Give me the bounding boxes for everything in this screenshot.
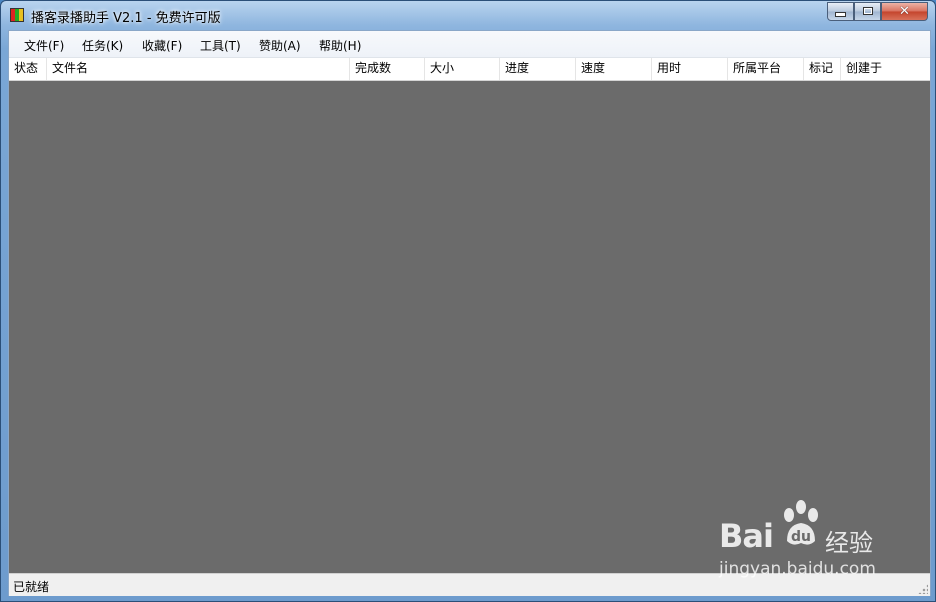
column-size[interactable]: 大小 bbox=[425, 58, 500, 80]
maximize-button[interactable] bbox=[854, 2, 881, 21]
app-icon[interactable] bbox=[10, 8, 24, 22]
menu-sponsor[interactable]: 赞助(A) bbox=[259, 37, 301, 54]
app-window: 播客录播助手 V2.1 - 免费许可版 ✕ 文件(F) 任务(K) 收藏(F) … bbox=[0, 0, 936, 602]
column-filename[interactable]: 文件名 bbox=[47, 58, 350, 80]
menu-bar: 文件(F) 任务(K) 收藏(F) 工具(T) 赞助(A) 帮助(H) bbox=[9, 31, 930, 58]
column-created[interactable]: 创建于 bbox=[841, 58, 930, 80]
column-speed[interactable]: 速度 bbox=[576, 58, 652, 80]
menu-file[interactable]: 文件(F) bbox=[24, 37, 64, 54]
column-completed[interactable]: 完成数 bbox=[350, 58, 425, 80]
close-button[interactable]: ✕ bbox=[881, 2, 928, 21]
menu-favorites[interactable]: 收藏(F) bbox=[142, 37, 182, 54]
minimize-icon bbox=[835, 12, 846, 17]
column-platform[interactable]: 所属平台 bbox=[728, 58, 804, 80]
status-bar: 已就绪 bbox=[9, 573, 930, 596]
menu-tools[interactable]: 工具(T) bbox=[200, 37, 241, 54]
close-icon: ✕ bbox=[899, 4, 910, 19]
menu-task[interactable]: 任务(K) bbox=[82, 37, 123, 54]
column-duration[interactable]: 用时 bbox=[652, 58, 728, 80]
resize-grip-icon[interactable] bbox=[918, 584, 928, 594]
column-progress[interactable]: 进度 bbox=[500, 58, 576, 80]
task-list[interactable] bbox=[9, 81, 930, 573]
column-status[interactable]: 状态 bbox=[9, 58, 47, 80]
client-area: 文件(F) 任务(K) 收藏(F) 工具(T) 赞助(A) 帮助(H) 状态 文… bbox=[8, 30, 931, 596]
window-title: 播客录播助手 V2.1 - 免费许可版 bbox=[31, 11, 221, 26]
status-text: 已就绪 bbox=[13, 580, 50, 594]
menu-help[interactable]: 帮助(H) bbox=[319, 37, 361, 54]
list-header: 状态 文件名 完成数 大小 进度 速度 用时 所属平台 标记 创建于 bbox=[9, 58, 930, 81]
maximize-icon bbox=[862, 7, 873, 15]
minimize-button[interactable] bbox=[827, 2, 854, 21]
title-bar[interactable]: 播客录播助手 V2.1 - 免费许可版 ✕ bbox=[1, 1, 935, 29]
column-mark[interactable]: 标记 bbox=[804, 58, 841, 80]
